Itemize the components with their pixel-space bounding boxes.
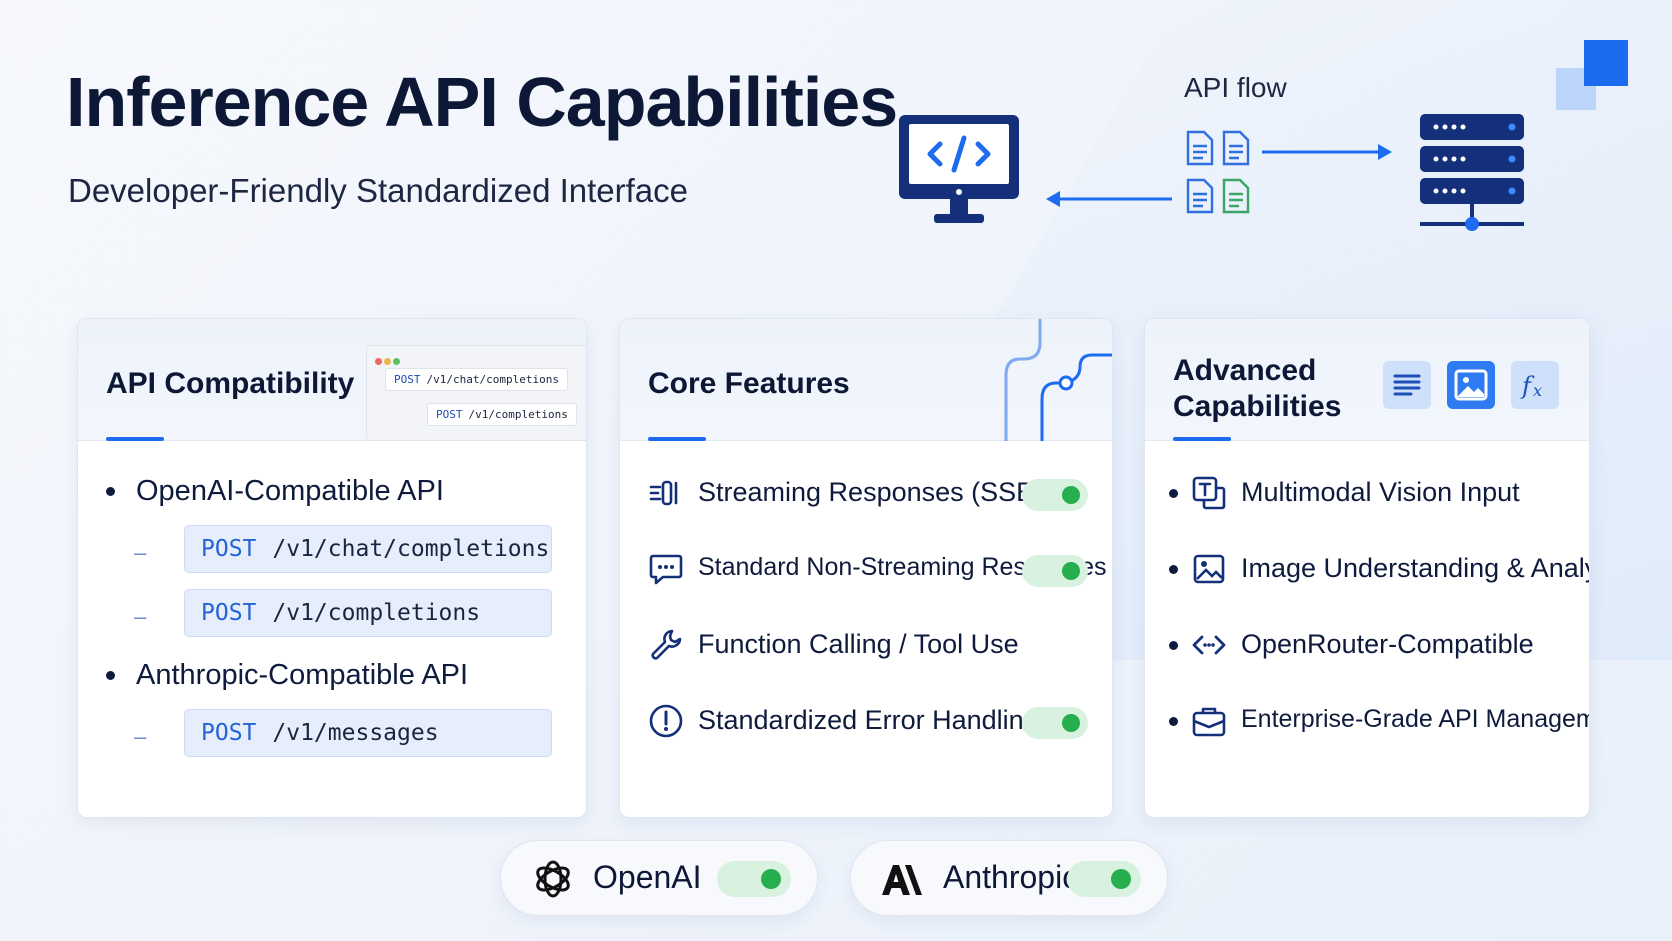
provider-pill-openai: OpenAI — [500, 840, 818, 916]
non-streaming-toggle[interactable] — [1022, 555, 1088, 587]
list-item: Anthropic-Compatible API — [106, 655, 468, 695]
preview-chip: POST/v1/chat/completions — [385, 368, 568, 391]
api-group-list: OpenAI-Compatible API – POST/v1/chat/com… — [106, 471, 552, 767]
endpoint-box: POST/v1/chat/completions — [184, 525, 552, 573]
provider-pill-anthropic: Anthropic — [850, 840, 1168, 916]
capability-label: Multimodal Vision Input — [1241, 477, 1520, 507]
page-subtitle: Developer-Friendly Standardized Interfac… — [68, 172, 688, 209]
advanced-capabilities-header: Advanced Capabilities fx — [1145, 319, 1589, 441]
capability-row-openrouter: OpenRouter-Compatible — [1169, 623, 1579, 667]
endpoint-box: POST/v1/completions — [184, 589, 552, 637]
openai-logo-icon — [536, 860, 570, 898]
wrench-icon — [651, 629, 682, 660]
feature-label: Streaming Responses (SSE) — [698, 477, 1044, 507]
text-lines-icon — [1383, 361, 1431, 409]
feature-row-function-calling: Function Calling / Tool Use — [648, 623, 1088, 667]
code-monitor-icon — [899, 115, 1019, 223]
image-icon — [1447, 361, 1495, 409]
anthropic-logo-icon — [882, 865, 922, 895]
preview-chip: POST/v1/completions — [427, 403, 577, 426]
capability-row-enterprise: Enterprise-Grade API Management — [1169, 699, 1589, 743]
request-document-icon — [1186, 130, 1250, 166]
title-underline — [648, 437, 706, 441]
endpoint-row: – POST/v1/completions — [106, 589, 552, 647]
openai-toggle[interactable] — [717, 861, 791, 897]
api-compatibility-title: API Compatibility — [106, 367, 355, 400]
feature-label: Function Calling / Tool Use — [698, 629, 1019, 659]
anthropic-toggle[interactable] — [1067, 861, 1141, 897]
function-icon: fx — [1511, 361, 1559, 409]
code-preview: POST/v1/chat/completions POST/v1/complet… — [366, 345, 586, 441]
code-arrows-icon — [1192, 635, 1226, 655]
decorative-squares — [1556, 40, 1628, 112]
streaming-icon — [649, 480, 678, 506]
api-compatibility-card: API Compatibility POST/v1/chat/completio… — [77, 318, 587, 818]
api-compatibility-header: API Compatibility POST/v1/chat/completio… — [78, 319, 586, 441]
alert-circle-icon — [649, 704, 683, 738]
server-rack-icon — [1420, 114, 1524, 231]
api-flow-label: API flow — [1184, 72, 1287, 103]
feature-row-non-streaming: Standard Non-Streaming Responses — [648, 547, 1107, 591]
title-underline — [1173, 437, 1231, 441]
list-item: OpenAI-Compatible API — [106, 471, 468, 511]
response-document-icon — [1186, 178, 1250, 214]
page-title: Inference API Capabilities — [66, 63, 898, 141]
feature-row-error-handling: Standardized Error Handling — [648, 699, 1088, 743]
advanced-capabilities-card: Advanced Capabilities fx Multimodal Visio… — [1144, 318, 1590, 818]
capability-row-image: Image Understanding & Analysis — [1169, 547, 1589, 591]
circuit-lines-icon — [1004, 319, 1112, 441]
title-underline — [106, 437, 164, 441]
feature-label: Standardized Error Handling — [698, 705, 1039, 735]
core-features-card: Core Features Streaming Responses (SSE) … — [619, 318, 1113, 818]
capability-label: OpenRouter-Compatible — [1241, 629, 1534, 659]
advanced-capabilities-title: Advanced Capabilities — [1173, 354, 1342, 423]
capability-label: Enterprise-Grade API Management — [1241, 705, 1589, 733]
image-icon — [1193, 554, 1225, 584]
capability-label: Image Understanding & Analysis — [1241, 553, 1589, 583]
capability-row-vision: Multimodal Vision Input — [1169, 471, 1579, 515]
svg-text:x: x — [1533, 381, 1542, 400]
core-features-header: Core Features — [620, 319, 1112, 441]
error-handling-toggle[interactable] — [1022, 707, 1088, 739]
endpoint-box: POST/v1/messages — [184, 709, 552, 757]
api-flow-diagram — [1040, 130, 1400, 214]
chat-bubble-icon — [649, 554, 683, 585]
core-features-title: Core Features — [648, 367, 850, 400]
streaming-toggle[interactable] — [1022, 479, 1088, 511]
endpoint-row: – POST/v1/messages — [106, 709, 552, 767]
provider-name: Anthropic — [943, 859, 1079, 895]
text-image-icon — [1192, 476, 1226, 510]
feature-row-streaming: Streaming Responses (SSE) — [648, 471, 1088, 515]
provider-name: OpenAI — [593, 859, 702, 895]
briefcase-icon — [1192, 707, 1226, 737]
endpoint-row: – POST/v1/chat/completions — [106, 525, 552, 583]
